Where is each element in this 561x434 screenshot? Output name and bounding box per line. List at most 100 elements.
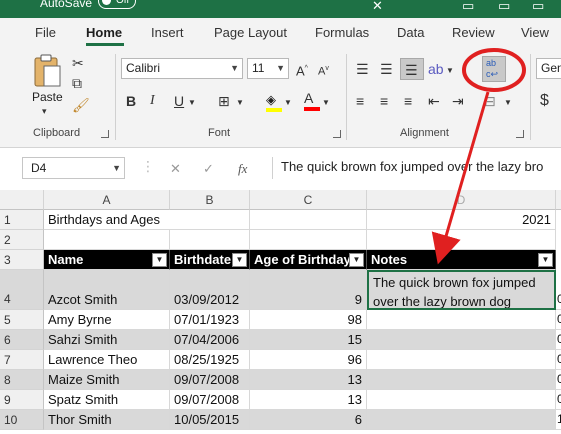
cell-e5[interactable]: 0 — [556, 310, 561, 330]
underline-icon[interactable]: U — [174, 92, 184, 110]
chevron-down-icon[interactable]: ▼ — [188, 94, 196, 112]
cell-a2[interactable] — [44, 230, 170, 250]
decrease-indent-icon[interactable]: ⇤ — [428, 92, 440, 110]
chevron-down-icon[interactable]: ▼ — [446, 62, 454, 80]
cell-c8[interactable]: 13 — [250, 370, 367, 390]
row-header[interactable]: 4 — [0, 270, 44, 310]
top-align-icon[interactable]: ☰ — [356, 60, 369, 78]
cut-icon[interactable]: ✂ — [72, 54, 84, 72]
ribbon-display-icon[interactable]: ▭ — [462, 0, 474, 14]
row-header[interactable]: 6 — [0, 330, 44, 350]
column-header-c[interactable]: C — [250, 190, 367, 210]
row-header[interactable]: 5 — [0, 310, 44, 330]
font-launcher-icon[interactable] — [333, 130, 341, 138]
increase-font-icon[interactable]: A^ — [296, 60, 308, 80]
font-name-select[interactable]: Calibri ▼ — [121, 58, 243, 79]
cell-b8[interactable]: 09/07/2008 — [170, 370, 250, 390]
cell-c5[interactable]: 98 — [250, 310, 367, 330]
close-icon[interactable]: ▭ — [532, 0, 544, 14]
cell-a6[interactable]: Sahzi Smith — [44, 330, 170, 350]
cell-e6[interactable]: 0 — [556, 330, 561, 350]
header-notes[interactable]: Notes ▼ — [367, 250, 556, 270]
cell-e8[interactable]: 0 — [556, 370, 561, 390]
cell-b7[interactable]: 08/25/1925 — [170, 350, 250, 370]
cell-b10[interactable]: 10/05/2015 — [170, 410, 250, 430]
column-header-b[interactable]: B — [170, 190, 250, 210]
align-right-icon[interactable]: ≡ — [404, 92, 412, 110]
cell-e10[interactable]: 1 — [556, 410, 561, 430]
alignment-launcher-icon[interactable] — [516, 130, 524, 138]
align-center-icon[interactable]: ≡ — [380, 92, 388, 110]
increase-indent-icon[interactable]: ⇥ — [452, 92, 464, 110]
cell-d7[interactable] — [367, 350, 556, 370]
cell-a5[interactable]: Amy Byrne — [44, 310, 170, 330]
tab-page-layout[interactable]: Page Layout — [214, 25, 287, 40]
row-header[interactable]: 2 — [0, 230, 44, 250]
enter-icon[interactable]: ✓ — [203, 161, 214, 177]
row-header[interactable]: 8 — [0, 370, 44, 390]
column-header-a[interactable]: A — [44, 190, 170, 210]
column-header-e[interactable] — [556, 190, 561, 210]
font-color-icon[interactable]: A — [304, 90, 320, 112]
chevron-down-icon[interactable]: ▼ — [322, 94, 330, 112]
cell-d9[interactable] — [367, 390, 556, 410]
cell-d1[interactable]: 2021 — [367, 210, 556, 230]
cell-c9[interactable]: 13 — [250, 390, 367, 410]
tab-review[interactable]: Review — [452, 25, 495, 40]
tab-formulas[interactable]: Formulas — [315, 25, 369, 40]
chevron-down-icon[interactable]: ▼ — [504, 94, 512, 112]
cell-a4[interactable]: Azcot Smith — [44, 270, 170, 310]
cell-d10[interactable] — [367, 410, 556, 430]
cell-b2[interactable] — [170, 230, 250, 250]
header-birthdate[interactable]: Birthdate ▼ — [170, 250, 250, 270]
number-format-select[interactable]: Gen — [536, 58, 561, 79]
chevron-down-icon[interactable]: ▼ — [284, 94, 292, 112]
cell-c10[interactable]: 6 — [250, 410, 367, 430]
cell-e7[interactable]: 0 — [556, 350, 561, 370]
align-left-icon[interactable]: ≡ — [356, 92, 364, 110]
cell-c6[interactable]: 15 — [250, 330, 367, 350]
copy-icon[interactable]: ⧉ — [72, 74, 82, 92]
cancel-icon[interactable]: ✕ — [170, 161, 181, 177]
header-age[interactable]: Age of Birthday ▼ — [250, 250, 367, 270]
tab-home[interactable]: Home — [86, 25, 122, 40]
currency-icon[interactable]: $ — [540, 92, 549, 110]
column-header-d[interactable]: D — [367, 190, 556, 210]
row-header[interactable]: 3 — [0, 250, 44, 270]
row-header[interactable]: 9 — [0, 390, 44, 410]
tab-view[interactable]: View — [521, 25, 549, 40]
formula-input[interactable]: The quick brown fox jumped over the lazy… — [272, 157, 561, 179]
paste-button[interactable]: Paste ▾ — [30, 52, 66, 116]
row-header[interactable]: 10 — [0, 410, 44, 430]
tab-file[interactable]: File — [35, 25, 56, 40]
select-all-corner[interactable] — [0, 190, 44, 210]
row-header[interactable]: 7 — [0, 350, 44, 370]
tab-insert[interactable]: Insert — [151, 25, 184, 40]
italic-icon[interactable]: I — [150, 92, 155, 110]
filter-dropdown-icon[interactable]: ▼ — [349, 253, 364, 267]
cell-a8[interactable]: Maize Smith — [44, 370, 170, 390]
bold-icon[interactable]: B — [126, 92, 136, 110]
autosave-toggle[interactable]: Off — [98, 0, 136, 9]
insert-function-icon[interactable]: fx — [238, 161, 247, 177]
cell-b9[interactable]: 09/07/2008 — [170, 390, 250, 410]
cell-d2[interactable] — [367, 230, 556, 250]
decrease-font-icon[interactable]: Av — [318, 60, 329, 81]
cell-c1[interactable] — [250, 210, 367, 230]
cell-d5[interactable] — [367, 310, 556, 330]
bottom-align-button[interactable]: ☰ — [400, 58, 424, 80]
cell-a9[interactable]: Spatz Smith — [44, 390, 170, 410]
cell-a7[interactable]: Lawrence Theo — [44, 350, 170, 370]
cell-c4[interactable]: 9 — [250, 270, 367, 310]
orientation-icon[interactable]: ab — [428, 60, 444, 78]
search-icon[interactable]: ✕ — [372, 0, 383, 14]
font-size-select[interactable]: 11 ▼ — [247, 58, 289, 79]
cell-c2[interactable] — [250, 230, 367, 250]
header-name[interactable]: Name ▼ — [44, 250, 170, 270]
cell-c7[interactable]: 96 — [250, 350, 367, 370]
cell-d4-selected[interactable]: The quick brown fox jumped over the lazy… — [367, 270, 556, 310]
chevron-down-icon[interactable]: ▼ — [236, 94, 244, 112]
name-box[interactable]: D4 ▼ — [22, 157, 125, 179]
tab-data[interactable]: Data — [397, 25, 424, 40]
filter-dropdown-icon[interactable]: ▼ — [538, 253, 553, 267]
